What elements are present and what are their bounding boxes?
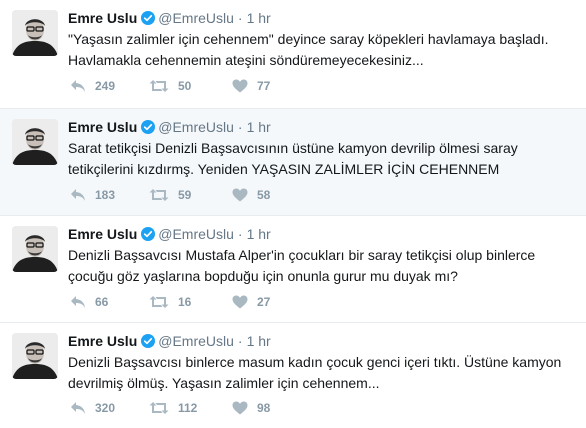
tweet[interactable]: Emre Uslu @EmreUslu · 1 hr Denizli Başsavcı…	[0, 322, 586, 428]
user-handle[interactable]: @EmreUslu	[158, 10, 234, 26]
display-name[interactable]: Emre Uslu	[68, 333, 137, 349]
reply-button[interactable]: 183	[70, 188, 115, 202]
heart-icon	[232, 79, 248, 93]
tweet-text: Denizli Başsavcısı binlerce masum kadın …	[68, 354, 562, 391]
avatar-image	[12, 10, 58, 56]
separator-dot: ·	[237, 119, 243, 135]
reply-count: 66	[95, 295, 109, 309]
tweet-header: Emre Uslu @EmreUslu · 1 hr	[68, 10, 271, 28]
timestamp[interactable]: 1 hr	[247, 119, 271, 135]
tweet[interactable]: Emre Uslu @EmreUslu · 1 hr Denizli Başsavcı…	[0, 215, 586, 322]
tweet-text: "Yaşasın zalimler için cehennem" deyince…	[68, 31, 549, 68]
avatar[interactable]	[12, 333, 58, 379]
reply-count: 320	[95, 401, 116, 415]
like-button[interactable]: 58	[232, 188, 270, 202]
retweet-icon	[149, 188, 169, 202]
verified-badge-icon	[141, 227, 156, 244]
tweet-header: Emre Uslu @EmreUslu · 1 hr	[68, 226, 271, 244]
tweet[interactable]: Emre Uslu @EmreUslu · 1 hr Sarat tetikçisi …	[0, 108, 586, 215]
separator-dot: ·	[237, 333, 243, 349]
avatar[interactable]	[12, 10, 58, 56]
like-count: 27	[257, 295, 271, 309]
reply-button[interactable]: 66	[70, 295, 108, 309]
timestamp[interactable]: 1 hr	[247, 226, 271, 242]
reply-button[interactable]: 249	[70, 79, 115, 93]
tweet-text: Sarat tetikçisi Denizli Başsavcısının üs…	[68, 140, 518, 177]
retweet-icon	[149, 79, 169, 93]
reply-count: 249	[95, 79, 116, 93]
tweet-header: Emre Uslu @EmreUslu · 1 hr	[68, 333, 271, 351]
reply-icon	[70, 79, 86, 93]
display-name[interactable]: Emre Uslu	[68, 119, 137, 135]
retweet-count: 59	[178, 188, 192, 202]
retweet-button[interactable]: 59	[149, 188, 191, 202]
heart-icon	[232, 295, 248, 309]
timestamp[interactable]: 1 hr	[247, 333, 271, 349]
display-name[interactable]: Emre Uslu	[68, 10, 137, 26]
retweet-button[interactable]: 16	[149, 295, 191, 309]
retweet-count: 16	[178, 295, 192, 309]
tweet-text: Denizli Başsavcısı Mustafa Alper'in çocu…	[68, 247, 536, 284]
like-button[interactable]: 98	[232, 401, 270, 415]
verified-badge-icon	[141, 11, 156, 28]
reply-icon	[70, 188, 86, 202]
reply-icon	[70, 295, 86, 309]
retweet-count: 112	[178, 401, 198, 415]
separator-dot: ·	[237, 10, 243, 26]
retweet-icon	[149, 401, 169, 415]
avatar-image	[12, 119, 58, 165]
avatar[interactable]	[12, 226, 58, 272]
tweet-header: Emre Uslu @EmreUslu · 1 hr	[68, 119, 271, 137]
heart-icon	[232, 188, 248, 202]
like-button[interactable]: 27	[232, 295, 270, 309]
tweet[interactable]: Emre Uslu @EmreUslu · 1 hr "Yaşasın zalimle…	[0, 0, 586, 108]
heart-icon	[232, 401, 248, 415]
avatar[interactable]	[12, 119, 58, 165]
retweet-icon	[149, 295, 169, 309]
user-handle[interactable]: @EmreUslu	[158, 333, 234, 349]
reply-count: 183	[95, 188, 116, 202]
separator-dot: ·	[237, 226, 243, 242]
like-count: 98	[257, 401, 271, 415]
retweet-button[interactable]: 50	[149, 79, 191, 93]
user-handle[interactable]: @EmreUslu	[158, 119, 234, 135]
like-count: 58	[257, 188, 271, 202]
retweet-button[interactable]: 112	[149, 401, 197, 415]
user-handle[interactable]: @EmreUslu	[158, 226, 234, 242]
avatar-image	[12, 226, 58, 272]
avatar-image	[12, 333, 58, 379]
reply-icon	[70, 401, 86, 415]
like-button[interactable]: 77	[232, 79, 270, 93]
like-count: 77	[257, 79, 271, 93]
reply-button[interactable]: 320	[70, 401, 115, 415]
timestamp[interactable]: 1 hr	[247, 10, 271, 26]
retweet-count: 50	[178, 79, 192, 93]
verified-badge-icon	[141, 334, 156, 351]
display-name[interactable]: Emre Uslu	[68, 226, 137, 242]
verified-badge-icon	[141, 120, 156, 137]
